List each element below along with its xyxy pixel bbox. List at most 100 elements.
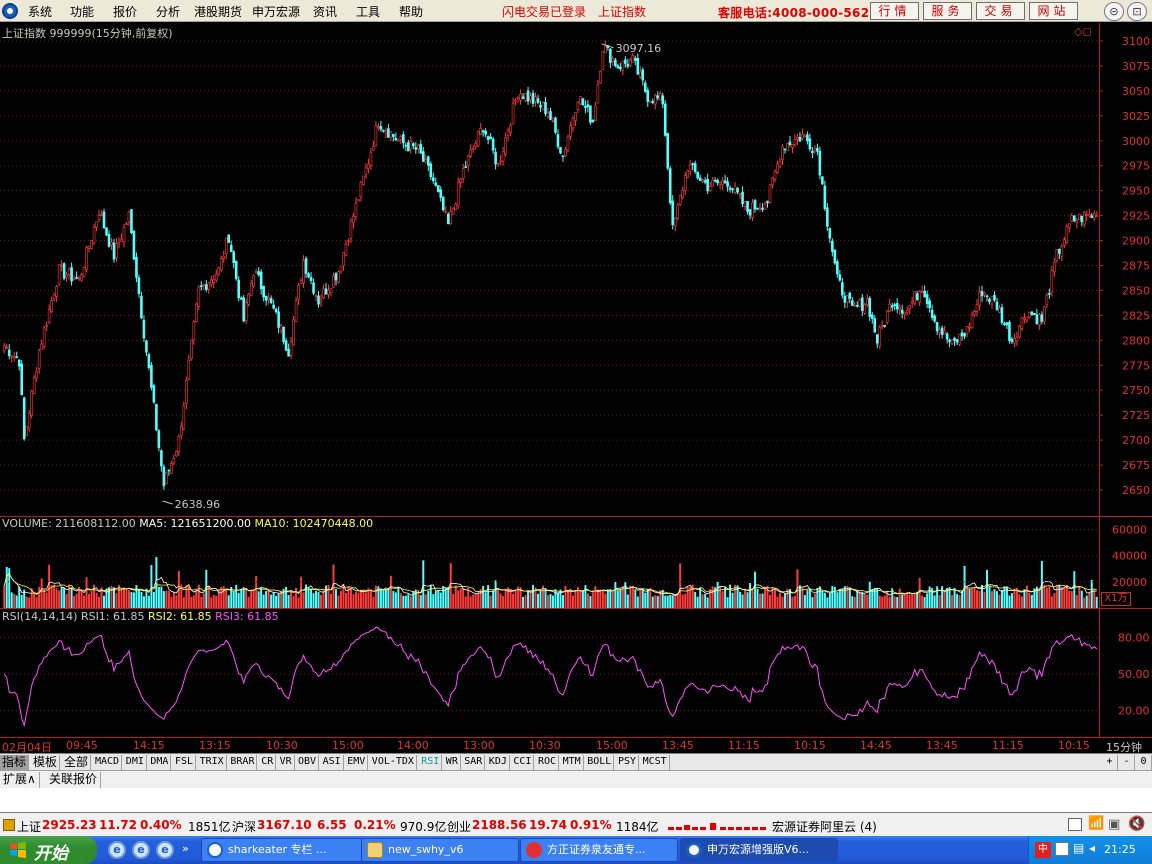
cy-amount: 1184亿 <box>616 820 659 834</box>
candle <box>773 168 777 183</box>
indicator-tab-mtm[interactable]: MTM <box>561 755 584 770</box>
tab-control-2[interactable]: 0 <box>1136 755 1152 770</box>
indicator-tab-macd[interactable]: MACD <box>93 755 123 770</box>
indicator-tab-trix[interactable]: TRIX <box>198 755 227 770</box>
menu-tools[interactable]: 工具 <box>356 3 380 20</box>
kline-chart[interactable]: 3100 3075 3050 3025 3000 2975 2950 2925 2900 2875… <box>0 23 1152 738</box>
indicator-tab-vr[interactable]: VR <box>278 755 295 770</box>
task-swhy-enhanced[interactable]: 申万宏源增强版V6... <box>680 838 838 862</box>
indicator-tab-dma[interactable]: DMA <box>148 755 172 770</box>
sh-name[interactable]: 上证 <box>17 818 41 835</box>
tab-control-1[interactable]: - <box>1119 755 1135 770</box>
tray-sound-icon[interactable]: ◂ <box>1089 841 1095 855</box>
candle-body <box>589 105 592 123</box>
task-new-swhy[interactable]: new_swhy_v6 <box>361 838 519 862</box>
candle-body <box>888 303 892 312</box>
quicklaunch-overflow-icon[interactable]: » <box>182 842 189 855</box>
indicator-tab-roc[interactable]: ROC <box>536 755 560 770</box>
candle <box>686 169 689 179</box>
app-logo-icon[interactable] <box>2 3 18 19</box>
indicator-tab-boll[interactable]: BOLL <box>585 755 615 770</box>
indicator-tab-brar[interactable]: BRAR <box>228 755 258 770</box>
menu-system[interactable]: 系统 <box>28 3 52 20</box>
volume-bar <box>494 580 497 608</box>
candle-body <box>519 93 522 101</box>
indicator-tab-cr[interactable]: CR <box>259 755 277 770</box>
indicator-tab-vol-tdx[interactable]: VOL-TDX <box>370 755 417 770</box>
disk-icon[interactable]: ▣ <box>1108 817 1120 832</box>
candle <box>327 284 330 299</box>
task-fangzheng[interactable]: 方正证券泉友通专... <box>520 838 678 862</box>
indicator-tab-asi[interactable]: ASI <box>321 755 344 770</box>
candle-body <box>796 137 799 140</box>
alert-icon[interactable] <box>3 819 15 831</box>
chart-area[interactable]: 3100 3075 3050 3025 3000 2975 2950 2925 2900 2875… <box>0 23 1152 738</box>
volume-bar <box>509 589 512 608</box>
menu-news[interactable]: 资讯 <box>313 3 337 20</box>
volume-bar <box>297 597 300 608</box>
ie3-quicklaunch-icon[interactable]: e <box>156 841 174 859</box>
tab-control-0[interactable]: + <box>1102 755 1118 770</box>
candle <box>813 145 817 154</box>
task-sharkeater[interactable]: sharkeater 专栏 ... <box>201 838 363 862</box>
flash-trade-link[interactable]: 闪电交易已登录 <box>502 3 586 20</box>
tray-app-icon[interactable] <box>1055 842 1069 856</box>
indicator-tab-sar[interactable]: SAR <box>462 755 486 770</box>
network-icon[interactable]: ▤ <box>1073 841 1084 855</box>
window-icon[interactable] <box>1068 818 1082 831</box>
indicator-tab-全部[interactable]: 全部 <box>62 755 92 770</box>
restore-button[interactable]: ⊡ <box>1127 2 1147 21</box>
indicator-tab-模板[interactable]: 模板 <box>31 755 61 770</box>
candle <box>152 383 156 404</box>
candle-body <box>713 179 717 182</box>
market-button[interactable]: 行情 <box>870 2 919 20</box>
cy-name[interactable]: 创业 <box>447 818 471 835</box>
candle-body <box>142 319 146 339</box>
website-button[interactable]: 网站 <box>1029 2 1078 20</box>
indicator-tab-mcst[interactable]: MCST <box>641 755 670 770</box>
menu-analysis[interactable]: 分析 <box>156 3 180 20</box>
candle <box>663 100 667 137</box>
volume-bar <box>142 596 145 608</box>
indicator-tab-wr[interactable]: WR <box>444 755 461 770</box>
service-button[interactable]: 服务 <box>923 2 972 20</box>
volume-bar <box>853 596 856 608</box>
indicator-tab-指标[interactable]: 指标 <box>0 755 30 770</box>
menu-swhy[interactable]: 申万宏源 <box>252 3 300 20</box>
broker-server[interactable]: 宏源证券阿里云 (4) <box>772 818 877 835</box>
indicator-tab-kdj[interactable]: KDJ <box>487 755 510 770</box>
menu-hk-futures[interactable]: 港股期货 <box>194 3 242 20</box>
indicator-tab-emv[interactable]: EMV <box>345 755 369 770</box>
indicator-tab-fsl[interactable]: FSL <box>173 755 197 770</box>
related-quote-button[interactable]: 关联报价 <box>46 772 102 788</box>
volume-bar <box>50 585 53 608</box>
indicator-tab-rsi[interactable]: RSI <box>419 755 443 770</box>
expand-button[interactable]: 扩展∧ <box>0 772 40 788</box>
start-button[interactable]: 开始 <box>0 836 97 864</box>
candle-body <box>357 199 360 202</box>
menu-help[interactable]: 帮助 <box>399 3 423 20</box>
candle <box>678 194 682 207</box>
candle-body <box>676 204 680 219</box>
hs-name[interactable]: 沪深 <box>232 818 256 835</box>
speaker-icon[interactable]: 🔇 <box>1128 816 1145 832</box>
trade-button[interactable]: 交易 <box>976 2 1025 20</box>
candle-body <box>733 185 737 193</box>
candle-body <box>885 310 889 323</box>
ie2-quicklaunch-icon[interactable]: e <box>132 841 150 859</box>
indicator-tab-psy[interactable]: PSY <box>616 755 640 770</box>
menu-quote[interactable]: 报价 <box>113 3 137 20</box>
minimize-button[interactable]: ⊝ <box>1104 2 1124 21</box>
shanghai-index-link[interactable]: 上证指数 <box>598 3 646 20</box>
candle-body <box>831 240 834 252</box>
indicator-tab-dmi[interactable]: DMI <box>124 755 147 770</box>
menu-function[interactable]: 功能 <box>70 3 94 20</box>
ime-icon[interactable]: 中 <box>1035 842 1051 858</box>
ie-quicklaunch-icon[interactable]: e <box>108 841 126 859</box>
signal-icon[interactable]: 📶 <box>1088 816 1104 831</box>
candle <box>55 284 58 302</box>
candle-body <box>37 350 41 369</box>
indicator-tab-cci[interactable]: CCI <box>511 755 535 770</box>
indicator-tab-obv[interactable]: OBV <box>296 755 320 770</box>
chart-corner-icons[interactable]: ◇◻ <box>1074 25 1092 38</box>
